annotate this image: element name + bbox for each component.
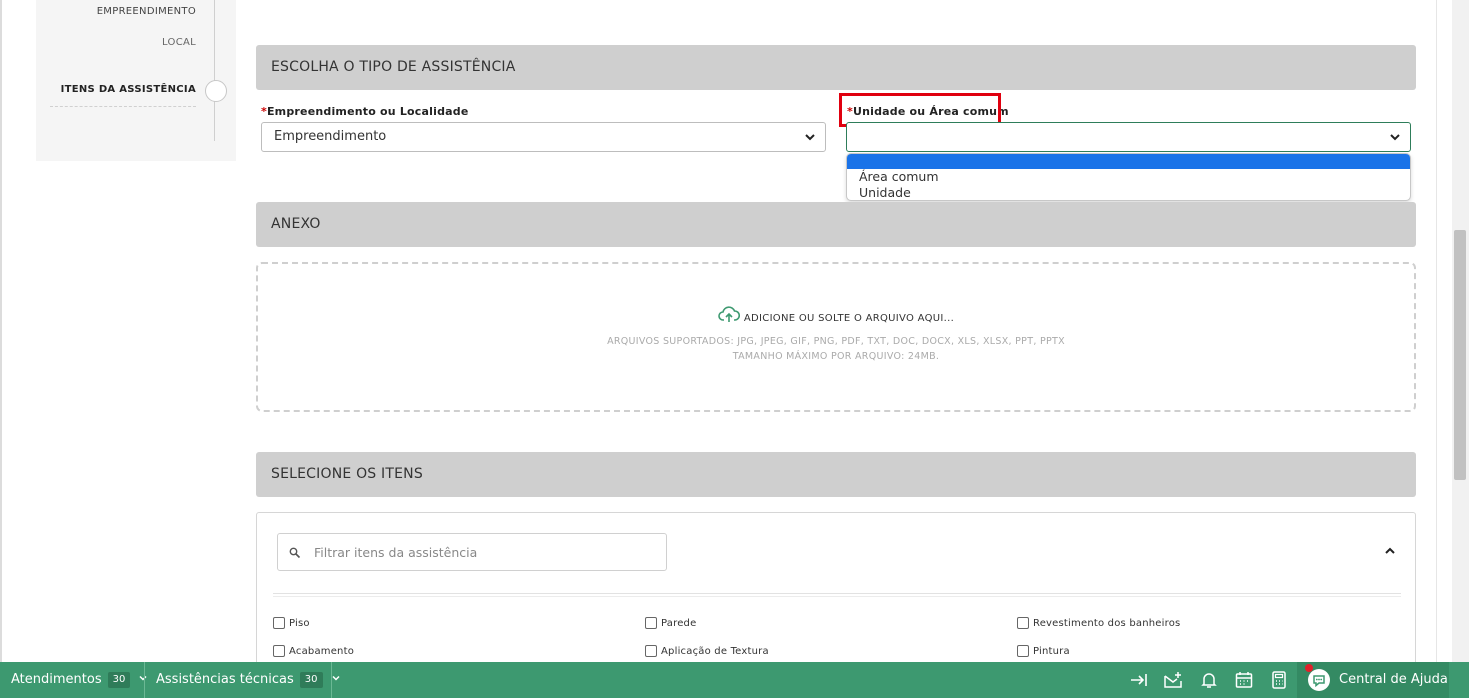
- empreendimento-label: *Empreendimento ou Localidade: [261, 105, 469, 118]
- mail-add-icon[interactable]: [1163, 670, 1183, 690]
- app-window: EMPREENDIMENTO LOCAL ITENS DA ASSISTÊNCI…: [0, 0, 1469, 698]
- section-header-items: SELECIONE OS ITENS: [256, 452, 1416, 497]
- dropzone-supported-formats: ARQUIVOS SUPORTADOS: JPG, JPEG, GIF, PNG…: [607, 336, 1065, 347]
- checkbox-item-textura[interactable]: Aplicação de Textura: [645, 645, 769, 657]
- calculator-icon[interactable]: [1269, 670, 1289, 690]
- content-right-edge: [1436, 0, 1437, 662]
- empreendimento-select-value: Empreendimento: [274, 129, 387, 144]
- cloud-upload-icon: [718, 306, 740, 322]
- dropdown-option-area-comum[interactable]: Área comum: [847, 169, 1410, 185]
- checkbox-label: Piso: [289, 618, 310, 629]
- items-divider: [273, 593, 1401, 594]
- chevron-up-icon[interactable]: [1383, 544, 1397, 558]
- dropzone-main-text: ADICIONE OU SOLTE O ARQUIVO AQUI...: [743, 313, 955, 324]
- bottom-bar: Atendimentos 30 Assistências técnicas 30 C…: [0, 662, 1469, 698]
- chevron-down-icon: [332, 675, 340, 681]
- notification-dot-icon: [1305, 664, 1313, 672]
- checkbox-box[interactable]: [645, 617, 657, 629]
- dropdown-option-unidade[interactable]: Unidade: [847, 185, 1410, 200]
- items-panel: Piso Parede Revestimento dos banheiros A…: [256, 512, 1416, 672]
- atendimentos-count-badge: 30: [107, 672, 131, 688]
- chevron-down-icon: [1390, 134, 1400, 141]
- checkbox-box[interactable]: [1017, 645, 1029, 657]
- assistencias-tab[interactable]: Assistências técnicas 30: [156, 662, 341, 698]
- empreendimento-select[interactable]: Empreendimento: [261, 122, 826, 152]
- items-divider: [273, 596, 1401, 597]
- empreendimento-label-text: Empreendimento ou Localidade: [266, 105, 469, 118]
- help-center-button[interactable]: Central de Ajuda: [1297, 662, 1449, 698]
- steps-sidebar: EMPREENDIMENTO LOCAL ITENS DA ASSISTÊNCI…: [36, 0, 236, 161]
- checkbox-label: Acabamento: [289, 646, 355, 657]
- steps-line: [214, 0, 215, 141]
- checkbox-box[interactable]: [645, 645, 657, 657]
- help-chat-icon: [1308, 669, 1330, 691]
- checkbox-label: Revestimento dos banheiros: [1033, 618, 1181, 629]
- dropdown-option-empty[interactable]: [847, 154, 1410, 169]
- checkbox-label: Aplicação de Textura: [661, 646, 769, 657]
- step-itens-assistencia[interactable]: ITENS DA ASSISTÊNCIA: [61, 84, 196, 95]
- checkbox-box[interactable]: [1017, 617, 1029, 629]
- arrow-to-right-icon[interactable]: [1129, 670, 1149, 690]
- bell-icon[interactable]: [1199, 670, 1219, 690]
- section-header-assistance-type: ESCOLHA O TIPO DE ASSISTÊNCIA: [256, 45, 1416, 90]
- checkbox-item-parede[interactable]: Parede: [645, 617, 696, 629]
- checkbox-label: Pintura: [1033, 646, 1070, 657]
- help-center-label: Central de Ajuda: [1339, 672, 1448, 687]
- chevron-down-icon: [805, 134, 815, 141]
- checkbox-item-revestimento[interactable]: Revestimento dos banheiros: [1017, 617, 1180, 629]
- dropzone-max-size: TAMANHO MÁXIMO POR ARQUIVO: 24MB.: [732, 351, 940, 362]
- checkbox-box[interactable]: [273, 617, 285, 629]
- search-icon: [289, 547, 301, 559]
- calendar-icon[interactable]: [1234, 670, 1254, 690]
- checkbox-item-piso[interactable]: Piso: [273, 617, 310, 629]
- scrollbar-thumb[interactable]: [1454, 230, 1466, 480]
- atendimentos-label: Atendimentos: [11, 672, 102, 687]
- filter-items-input[interactable]: [314, 542, 654, 562]
- bottom-bar-separator: [144, 662, 145, 698]
- step-local[interactable]: LOCAL: [162, 37, 196, 48]
- atendimentos-tab[interactable]: Atendimentos 30: [11, 662, 148, 698]
- step-circle-icon: [205, 80, 227, 102]
- assistencias-count-badge: 30: [299, 672, 323, 688]
- dropzone-main: ADICIONE OU SOLTE O ARQUIVO AQUI...: [258, 306, 1414, 324]
- checkbox-box[interactable]: [273, 645, 285, 657]
- step-divider: [50, 106, 196, 107]
- bottom-bar-separator: [331, 662, 332, 698]
- step-empreendimento[interactable]: EMPREENDIMENTO: [97, 6, 196, 17]
- checkbox-item-acabamento[interactable]: Acabamento: [273, 645, 354, 657]
- filter-items-field[interactable]: [277, 533, 667, 571]
- section-header-attachment: ANEXO: [256, 202, 1416, 247]
- left-edge: [0, 0, 2, 698]
- assistencias-label: Assistências técnicas: [156, 672, 294, 687]
- file-dropzone[interactable]: ADICIONE OU SOLTE O ARQUIVO AQUI... ARQU…: [256, 262, 1416, 412]
- unidade-dropdown-list: Área comum Unidade: [846, 153, 1411, 201]
- checkbox-label: Parede: [661, 618, 697, 629]
- unidade-select[interactable]: [846, 122, 1411, 152]
- checkbox-item-pintura[interactable]: Pintura: [1017, 645, 1070, 657]
